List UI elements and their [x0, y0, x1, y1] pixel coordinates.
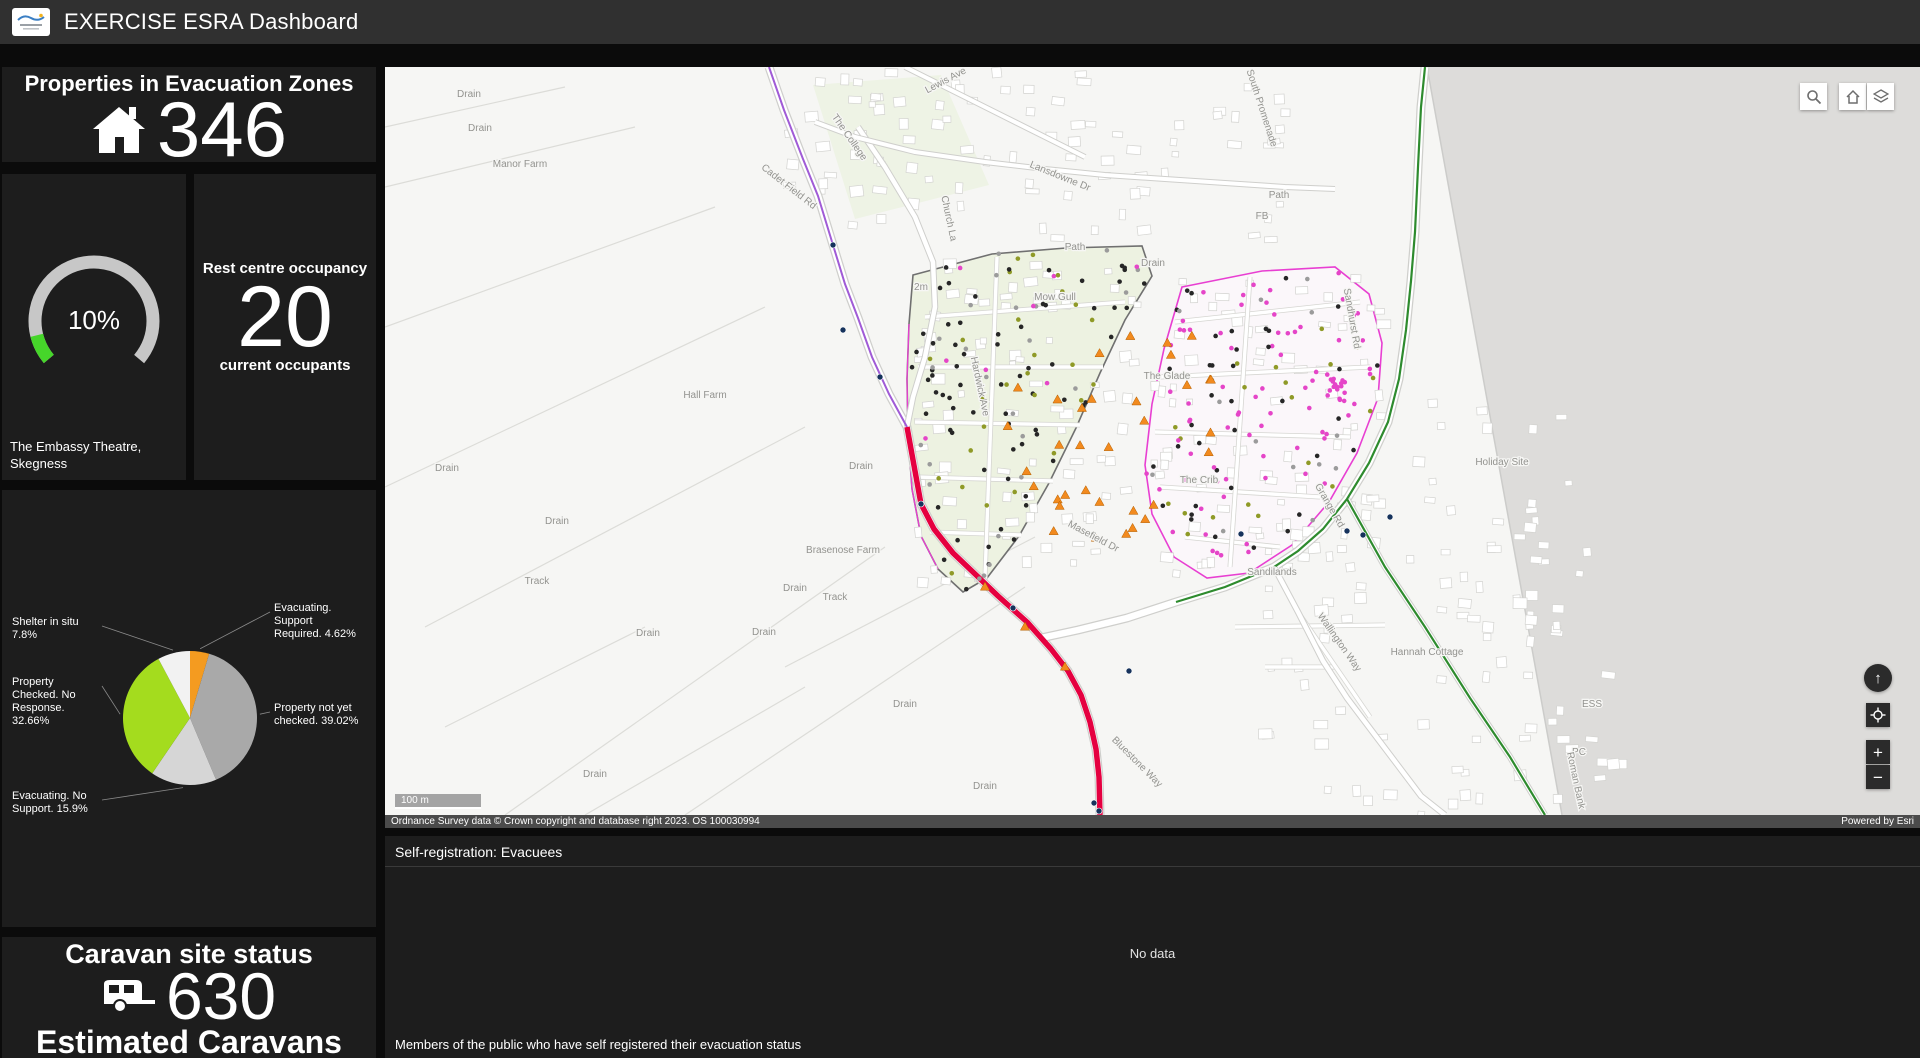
map-label: Track	[525, 576, 551, 587]
map-label: Drain	[545, 516, 569, 527]
map-label: 2m	[914, 282, 928, 293]
pie-label: Shelter in situ 7.8%	[12, 616, 79, 641]
home-icon	[1845, 89, 1860, 104]
map-label: Drain	[752, 627, 776, 638]
house-icon	[92, 107, 145, 153]
map-label: Hannah Cottage	[1391, 647, 1464, 658]
map-label: Drain	[849, 461, 873, 472]
caravan-icon	[103, 980, 155, 1013]
map-label: The Glade	[1144, 371, 1191, 382]
properties-count: 346	[156, 85, 288, 162]
pie-leader-line	[101, 625, 174, 651]
caravan-count: 630	[165, 959, 277, 1033]
gauge-caption: The Embassy Theatre, Skegness	[10, 439, 142, 471]
properties-indicator-panel: Properties in Evacuation Zones 346	[2, 67, 376, 162]
evacuation-status-pie-panel: Evacuating. Support Required. 4.62% Prope…	[2, 490, 376, 927]
map-label: Holiday Site	[1475, 457, 1529, 468]
minus-icon: −	[1873, 767, 1883, 787]
map-label: Drain	[973, 781, 997, 792]
logo-graphic	[17, 13, 45, 30]
attribution-text: Ordnance Survey data © Crown copyright a…	[391, 816, 760, 827]
zoom-out-button[interactable]: −	[1866, 765, 1890, 789]
pie-label: Evacuating. No Support. 15.9%	[12, 790, 88, 815]
map-label: Path	[1269, 190, 1290, 201]
map-widget[interactable]: Drain Drain Manor Farm Drain Drain Track Drain…	[385, 67, 1920, 828]
map-scalebar: 100 m	[395, 794, 481, 809]
self-registration-panel: Self-registration: Evacuees No data Memb…	[385, 836, 1920, 1058]
pie-leader-line	[199, 611, 271, 650]
home-button[interactable]	[1839, 83, 1866, 110]
plus-icon: +	[1873, 742, 1883, 762]
map-label: Drain	[783, 583, 807, 594]
search-button[interactable]	[1800, 83, 1827, 110]
map-label: The Crib	[1180, 475, 1219, 486]
locate-icon	[1870, 707, 1886, 723]
map-label: Track	[823, 592, 849, 603]
app-header: EXERCISE ESRA Dashboard	[0, 0, 1920, 44]
zoom-in-button[interactable]: +	[1866, 740, 1890, 764]
lincolnshire-logo	[12, 8, 50, 36]
north-arrow-icon: ↑	[1874, 669, 1882, 687]
map-label: Path	[1065, 242, 1086, 253]
powered-by-esri: Powered by Esri	[1841, 816, 1914, 827]
map-label: Drain	[435, 463, 459, 474]
locate-button[interactable]	[1866, 703, 1890, 727]
pie-leader-line	[259, 711, 271, 715]
rest-centre-subtitle: current occupants	[219, 357, 351, 374]
pie-label: Property not yet checked. 39.02%	[274, 702, 359, 727]
gauge-value: 10%	[67, 305, 121, 335]
caravan-subtitle: Estimated Caravans	[36, 1024, 342, 1058]
map-label: Drain	[457, 89, 481, 100]
map-label: FB	[1256, 211, 1269, 222]
map-label: Drain	[583, 769, 607, 780]
caravan-site-status-panel: Caravan site status 630 Estimated Carava…	[2, 937, 376, 1058]
compass-button[interactable]: ↑	[1864, 664, 1892, 692]
dashboard-title: EXERCISE ESRA Dashboard	[64, 9, 359, 34]
map-canvas[interactable]: Drain Drain Manor Farm Drain Drain Track Drain…	[385, 67, 1920, 815]
map-label: Mow Gull	[1034, 292, 1076, 303]
pie-label: Evacuating. Support Required. 4.62%	[274, 602, 356, 640]
layers-icon	[1872, 88, 1889, 103]
map-label: ESS	[1582, 699, 1602, 710]
map-label: Manor Farm	[493, 159, 547, 170]
rest-centre-count: 20	[237, 269, 333, 365]
rest-centre-gauge-panel: 10% The Embassy Theatre, Skegness	[2, 174, 186, 480]
search-icon	[1806, 89, 1821, 104]
layers-button[interactable]	[1867, 83, 1894, 110]
map-label: Sandilands	[1247, 567, 1296, 578]
map-label: Drain	[636, 628, 660, 639]
map-label: Brasenose Farm	[806, 545, 880, 556]
no-data-message: No data	[1129, 946, 1176, 961]
pie-label: Property Checked. No Response. 32.66%	[12, 676, 76, 727]
map-label: Drain	[893, 699, 917, 710]
map-label: Drain	[468, 123, 492, 134]
self-registration-title: Self-registration: Evacuees	[385, 836, 1920, 867]
map-label: Hall Farm	[683, 390, 726, 401]
scalebar-label: 100 m	[401, 795, 429, 806]
map-label: Drain	[1141, 258, 1165, 269]
self-registration-description: Members of the public who have self regi…	[395, 1037, 802, 1052]
rest-centre-occupancy-panel: Rest centre occupancy 20 current occupan…	[194, 174, 376, 480]
pie-leader-line	[101, 787, 184, 801]
map-attribution: Ordnance Survey data © Crown copyright a…	[385, 815, 1920, 828]
